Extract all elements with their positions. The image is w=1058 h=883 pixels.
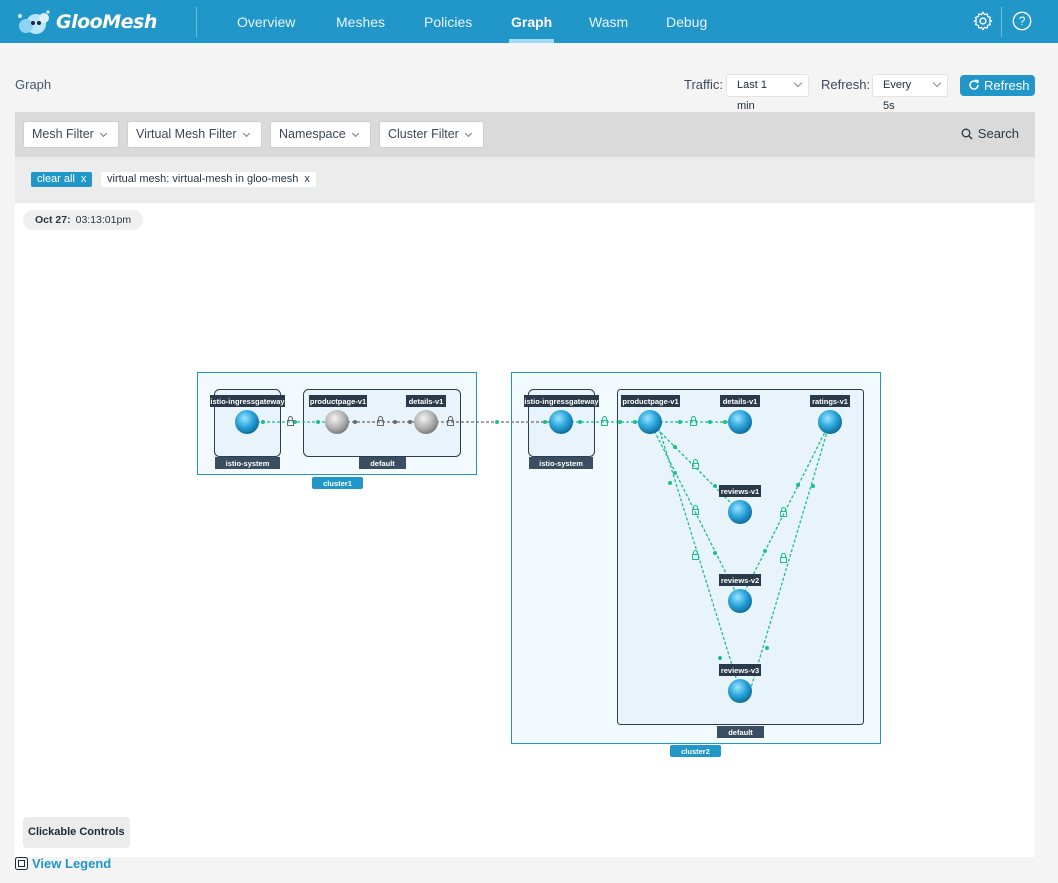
view-legend-label: View Legend xyxy=(32,856,112,871)
edge-dot xyxy=(353,420,357,424)
edge-dot xyxy=(713,484,717,488)
page-title: Graph xyxy=(15,77,52,92)
filter-chip[interactable]: virtual mesh: virtual-mesh in gloo-mesh x xyxy=(101,172,316,187)
node-label: productpage-v1 xyxy=(622,397,678,406)
node-label: reviews-v3 xyxy=(721,666,759,675)
traffic-value: Last 1 min xyxy=(737,79,767,112)
edge-dot xyxy=(393,420,397,424)
chevron-down-icon xyxy=(464,129,473,138)
traffic-select[interactable]: Last 1 min xyxy=(726,74,809,112)
filter-chip-label: virtual mesh: virtual-mesh in gloo-mesh xyxy=(107,173,299,185)
search-label: Search xyxy=(977,126,1019,141)
nav-graph[interactable]: Graph xyxy=(508,0,555,43)
node-label: istio-ingressgateway xyxy=(524,397,599,406)
view-legend-link[interactable]: View Legend xyxy=(15,856,111,872)
close-icon[interactable]: x xyxy=(81,173,87,185)
clear-all-chip[interactable]: clear all x xyxy=(31,172,93,187)
clear-all-label: clear all xyxy=(37,173,75,185)
divider xyxy=(1001,7,1002,37)
mesh-filter-dropdown[interactable]: Mesh Filter xyxy=(23,121,119,148)
clickable-controls-button[interactable]: Clickable Controls xyxy=(23,817,130,848)
edge-dot xyxy=(673,471,677,475)
namespace-label: default xyxy=(728,728,753,737)
namespace-filter-dropdown[interactable]: Namespace xyxy=(270,121,371,148)
edge-dot xyxy=(678,420,682,424)
chevron-down-icon xyxy=(932,78,942,88)
legend-icon xyxy=(15,857,28,870)
svg-text:?: ? xyxy=(1019,14,1026,28)
node-label: istio-ingressgateway xyxy=(210,397,285,406)
chevron-down-icon xyxy=(242,129,251,138)
mesh-filter-label: Mesh Filter xyxy=(32,127,94,141)
node-label: reviews-v2 xyxy=(721,576,759,585)
nav-policies[interactable]: Policies xyxy=(424,0,472,43)
nav-wasm[interactable]: Wasm xyxy=(589,0,628,43)
node-label: details-v1 xyxy=(409,397,444,406)
nav-meshes[interactable]: Meshes xyxy=(336,0,385,43)
edge-dot xyxy=(713,551,717,555)
edge-dot xyxy=(316,420,320,424)
timestamp-time: 03:13:01pm xyxy=(75,214,132,226)
gear-icon[interactable] xyxy=(972,10,994,32)
edge-dot xyxy=(811,484,815,488)
edge-dot xyxy=(673,445,677,449)
node-label: reviews-v1 xyxy=(721,487,759,496)
namespace-label: default xyxy=(370,459,395,468)
gloo-mesh-logo[interactable]: GlooMesh xyxy=(14,8,157,36)
edge-dot xyxy=(723,420,727,424)
cluster-filter-label: Cluster Filter xyxy=(388,127,459,141)
refresh-button-label: Refresh xyxy=(984,78,1030,93)
service-graph[interactable]: cluster1 istio-system default cluster2 i… xyxy=(15,203,1035,857)
namespace-filter-label: Namespace xyxy=(279,127,346,141)
timestamp-date: Oct 27: xyxy=(35,214,71,226)
refresh-interval-value: Every 5s xyxy=(883,79,912,112)
virtual-mesh-filter-dropdown[interactable]: Virtual Mesh Filter xyxy=(127,121,262,148)
gloo-logo-icon xyxy=(18,10,50,34)
help-icon[interactable]: ? xyxy=(1011,10,1033,32)
logo-text: GlooMesh xyxy=(56,11,157,33)
edge-dot xyxy=(763,549,767,553)
refresh-icon xyxy=(969,79,979,90)
refresh-button[interactable]: Refresh xyxy=(960,75,1035,96)
node-label: productpage-v1 xyxy=(310,397,366,406)
edge-dot xyxy=(408,420,412,424)
namespace-label: istio-system xyxy=(226,459,270,468)
edge-dot xyxy=(708,420,712,424)
close-icon[interactable]: x xyxy=(304,173,310,185)
edge-dot xyxy=(578,420,582,424)
virtual-mesh-filter-label: Virtual Mesh Filter xyxy=(136,127,237,141)
chevron-down-icon xyxy=(99,129,108,138)
edge-dot xyxy=(618,420,622,424)
edge-dot xyxy=(765,646,769,650)
nav-debug[interactable]: Debug xyxy=(666,0,707,43)
graph-timestamp: Oct 27: 03:13:01pm xyxy=(23,210,144,230)
active-filters-bar: clear all x virtual mesh: virtual-mesh in… xyxy=(15,157,1035,203)
edge-dot xyxy=(668,481,672,485)
edge-dot xyxy=(261,420,265,424)
divider xyxy=(196,7,197,37)
refresh-label: Refresh: xyxy=(821,77,871,92)
graph-canvas[interactable]: cluster1 istio-system default cluster2 i… xyxy=(15,203,1035,857)
cluster-filter-dropdown[interactable]: Cluster Filter xyxy=(379,121,484,148)
search-icon xyxy=(961,128,973,140)
node-label: ratings-v1 xyxy=(812,397,848,406)
edge-dot xyxy=(796,483,800,487)
edge-dot xyxy=(633,420,637,424)
edge-dot xyxy=(495,420,499,424)
namespace-label: istio-system xyxy=(539,459,583,468)
node-label: details-v1 xyxy=(723,397,758,406)
cluster-label: cluster1 xyxy=(323,479,352,488)
cluster-label: cluster2 xyxy=(681,747,710,756)
chevron-down-icon xyxy=(793,78,803,88)
search-button[interactable]: Search xyxy=(961,126,1019,141)
traffic-label: Traffic: xyxy=(684,77,724,92)
filter-bar: Mesh Filter Virtual Mesh Filter Namespac… xyxy=(15,112,1035,157)
nav-overview[interactable]: Overview xyxy=(237,0,295,43)
edge-dot xyxy=(718,656,722,660)
refresh-interval-select[interactable]: Every 5s xyxy=(872,74,948,112)
chevron-down-icon xyxy=(351,129,360,138)
edge-dot xyxy=(543,420,547,424)
top-bar: GlooMesh Overview Meshes Policies Graph … xyxy=(0,0,1058,43)
